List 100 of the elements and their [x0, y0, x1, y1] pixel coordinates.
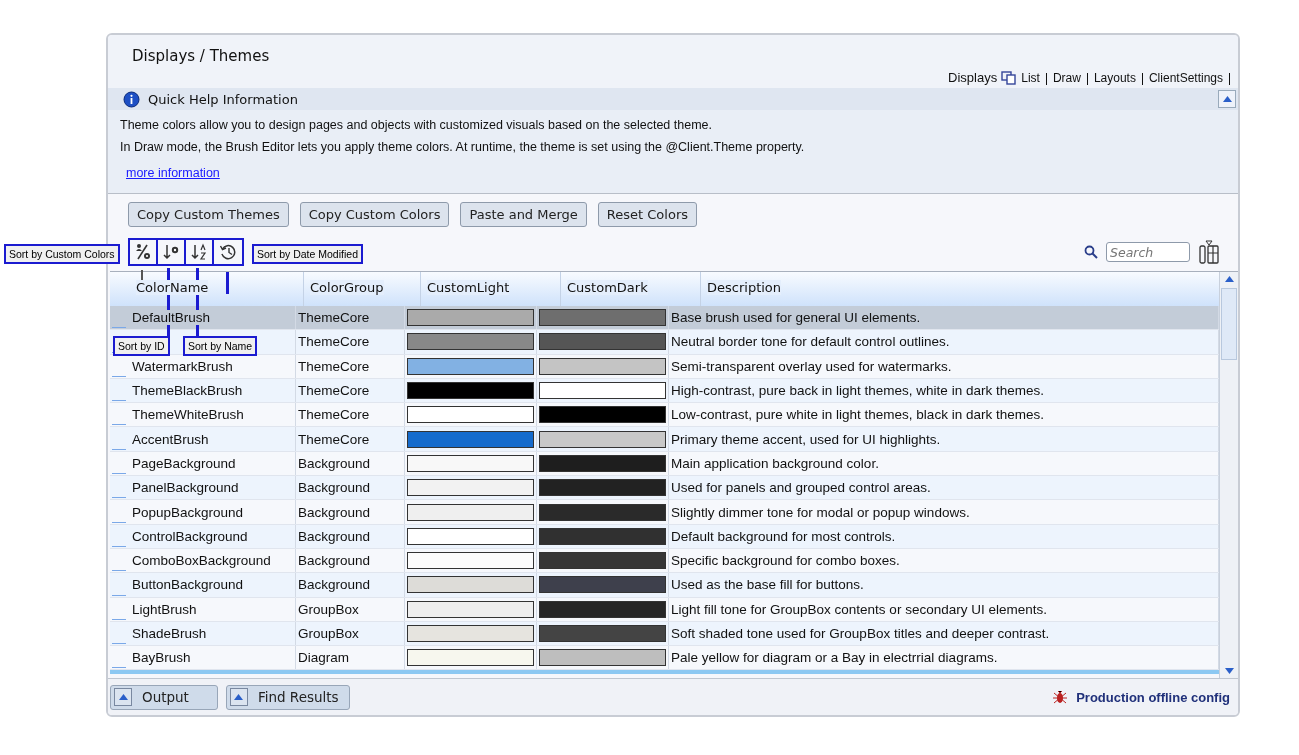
row-marker: [112, 327, 126, 329]
table-cell: Semi-transparent overlay used for watermarks.: [671, 358, 952, 374]
color-swatch[interactable]: [539, 406, 666, 424]
color-swatch[interactable]: [539, 479, 666, 497]
color-swatch[interactable]: [407, 454, 534, 472]
table-cell: GroupBox: [298, 626, 359, 641]
status-text: Production offline config: [1076, 689, 1230, 705]
color-swatch[interactable]: [407, 382, 534, 400]
color-swatch[interactable]: [539, 382, 666, 400]
column-header[interactable]: Description: [701, 272, 1219, 306]
page-title: Displays / Themes: [132, 46, 270, 67]
color-swatch[interactable]: [407, 649, 534, 667]
table-cell: High-contrast, pure back in light themes, white in dark themes.: [671, 383, 1044, 399]
table-cell: Soft shaded tone used for GroupBox titles and deeper contrast.: [671, 626, 1050, 641]
color-swatch[interactable]: [407, 600, 534, 618]
row-marker: [112, 473, 126, 475]
column-chooser-icon[interactable]: [1198, 240, 1220, 264]
table-cell: DefaultBrush: [132, 310, 211, 326]
color-swatch[interactable]: [407, 479, 534, 497]
search-field[interactable]: Search: [1106, 242, 1190, 262]
panel-tab[interactable]: Find Results: [225, 684, 350, 710]
row-marker: [112, 448, 126, 450]
row-marker: [112, 400, 126, 402]
caret-icon: [118, 694, 128, 700]
table-cell: Used for panels and grouped control areas.: [671, 480, 931, 496]
help-title: Quick Help Information: [148, 91, 298, 107]
search-icon[interactable]: [1084, 245, 1098, 259]
scrollbar[interactable]: [1219, 272, 1238, 678]
color-swatch[interactable]: [407, 576, 534, 594]
collapse-button[interactable]: [1218, 90, 1236, 108]
table-cell: Low-contrast, pure white in light themes, black in dark themes.: [671, 407, 1044, 423]
table-cell: BayBrush: [132, 650, 191, 666]
color-swatch[interactable]: [407, 357, 534, 375]
table-cell: Main application background color.: [671, 455, 879, 471]
row-marker: [112, 570, 126, 572]
color-swatch[interactable]: [539, 357, 666, 375]
color-swatch[interactable]: [539, 309, 666, 327]
row-marker: [112, 667, 126, 669]
nav-label: Displays: [948, 70, 998, 85]
action-button[interactable]: Reset Colors: [597, 202, 697, 227]
scroll-thumb[interactable]: [1221, 288, 1237, 360]
table-cell: Background: [298, 553, 371, 569]
color-swatch[interactable]: [407, 527, 534, 545]
color-swatch[interactable]: [539, 454, 666, 472]
table-cell: Pale yellow for diagram or a Bay in electrrial diagrams.: [671, 650, 998, 666]
row-marker: [112, 424, 126, 426]
scroll-down-icon[interactable]: [1224, 668, 1234, 674]
color-swatch[interactable]: [539, 333, 666, 351]
color-swatch[interactable]: [539, 576, 666, 594]
action-button[interactable]: Paste and Merge: [460, 202, 587, 227]
table-cell: Default background for most controls.: [671, 528, 896, 544]
color-swatch[interactable]: [539, 503, 666, 521]
nav-link[interactable]: ClientSettings: [1148, 71, 1223, 85]
table-cell: Diagram: [298, 650, 349, 666]
nav-link[interactable]: List: [1021, 71, 1040, 85]
row-marker: [112, 643, 126, 645]
table-cell: ShadeBrush: [132, 626, 207, 641]
table-cell: Background: [298, 480, 371, 496]
table-cell: Light fill tone for GroupBox contents or secondary UI elements.: [671, 601, 1047, 617]
table-cell: Slightly dimmer tone for modal or popup windows.: [671, 504, 970, 520]
windows-icon[interactable]: [1001, 71, 1018, 85]
color-swatch[interactable]: [539, 649, 666, 667]
color-swatch[interactable]: [407, 309, 534, 327]
color-swatch[interactable]: [539, 600, 666, 618]
table-cell: Primary theme accent, used for UI highlights.: [671, 431, 941, 447]
bug-icon: [1052, 689, 1069, 705]
color-swatch[interactable]: [407, 430, 534, 448]
table-cell: ComboBoxBackground: [132, 553, 271, 569]
help-text: In Draw mode, the Brush Editor lets you apply theme colors. At runtime, the theme is set using the @Client.Theme property.: [120, 140, 806, 154]
row-marker: [112, 521, 126, 523]
scroll-up-icon[interactable]: [1224, 276, 1234, 282]
nav-link[interactable]: Layouts: [1093, 71, 1136, 85]
caret-icon: [1222, 96, 1232, 102]
color-swatch[interactable]: [539, 527, 666, 545]
color-swatch[interactable]: [539, 625, 666, 642]
action-button[interactable]: Copy Custom Colors: [299, 202, 450, 227]
color-swatch[interactable]: [539, 552, 666, 570]
color-swatch[interactable]: [407, 625, 534, 642]
more-information-link[interactable]: more information: [126, 166, 220, 180]
row-marker: [112, 497, 126, 499]
info-icon: [123, 90, 140, 108]
color-swatch[interactable]: [407, 406, 534, 424]
nav-link[interactable]: Draw: [1052, 71, 1081, 85]
tooltip: Sort by ID: [113, 336, 170, 356]
table-cell: Neutral border tone for default control outlines.: [671, 334, 950, 350]
table-cell: Base brush used for general UI elements.: [671, 310, 921, 326]
panel-tab[interactable]: Output: [110, 684, 218, 710]
action-button[interactable]: Copy Custom Themes: [128, 202, 289, 227]
help-text: Theme colors allow you to design pages and objects with customized visuals based on the selected theme.: [120, 118, 713, 132]
color-swatch[interactable]: [407, 503, 534, 521]
color-swatch[interactable]: [539, 430, 666, 448]
tooltip: Sort by Name: [183, 336, 258, 356]
color-swatch[interactable]: [407, 552, 534, 570]
help-header[interactable]: Quick Help Information: [108, 88, 1238, 110]
table-cell: PanelBackground: [132, 480, 239, 496]
row-marker: [112, 545, 126, 547]
row-marker: [112, 594, 126, 596]
table-cell: Specific background for combo boxes.: [671, 553, 900, 569]
color-swatch[interactable]: [407, 333, 534, 351]
tooltip: Sort by Date Modified: [252, 244, 363, 264]
